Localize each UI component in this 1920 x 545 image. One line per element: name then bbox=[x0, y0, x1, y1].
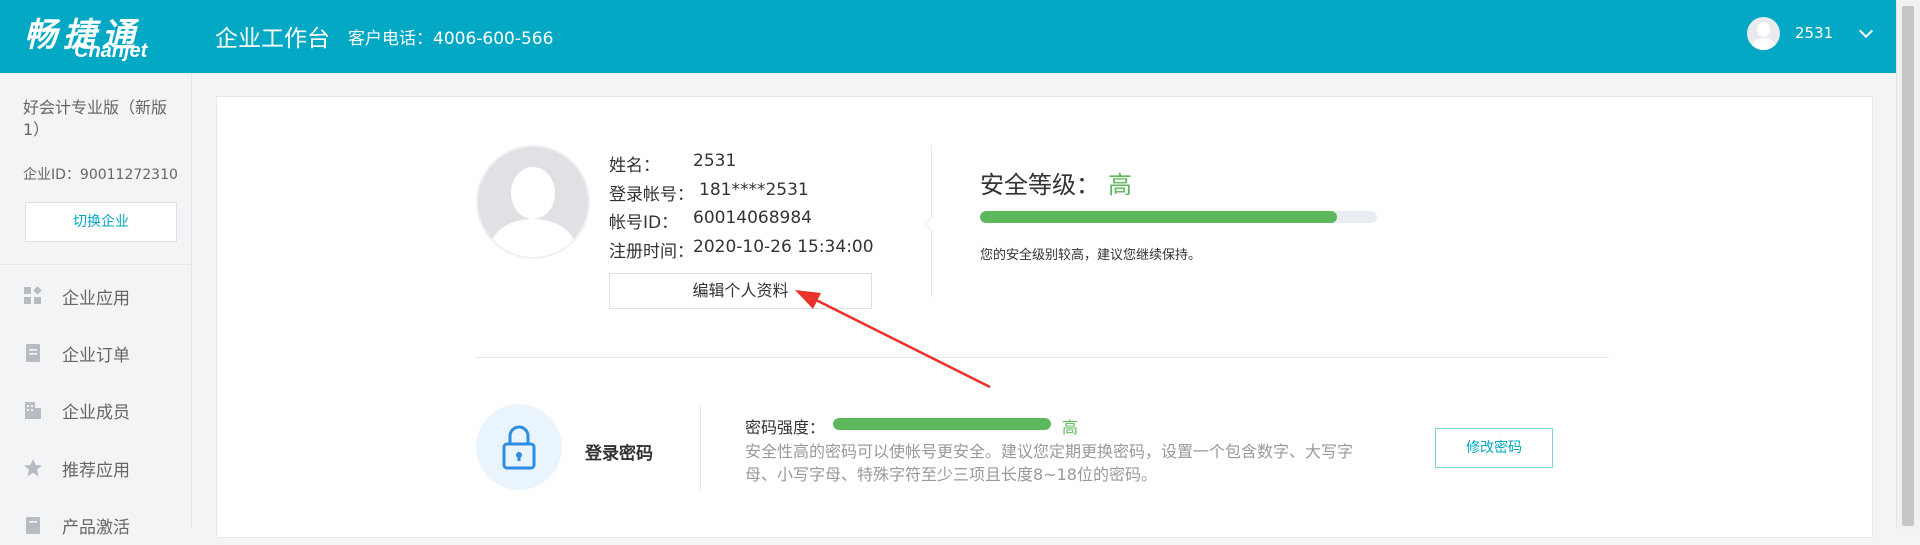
annotation-arrow-line bbox=[811, 296, 991, 389]
annotation-arrow bbox=[795, 290, 991, 389]
annotation-arrow-head bbox=[795, 290, 821, 309]
